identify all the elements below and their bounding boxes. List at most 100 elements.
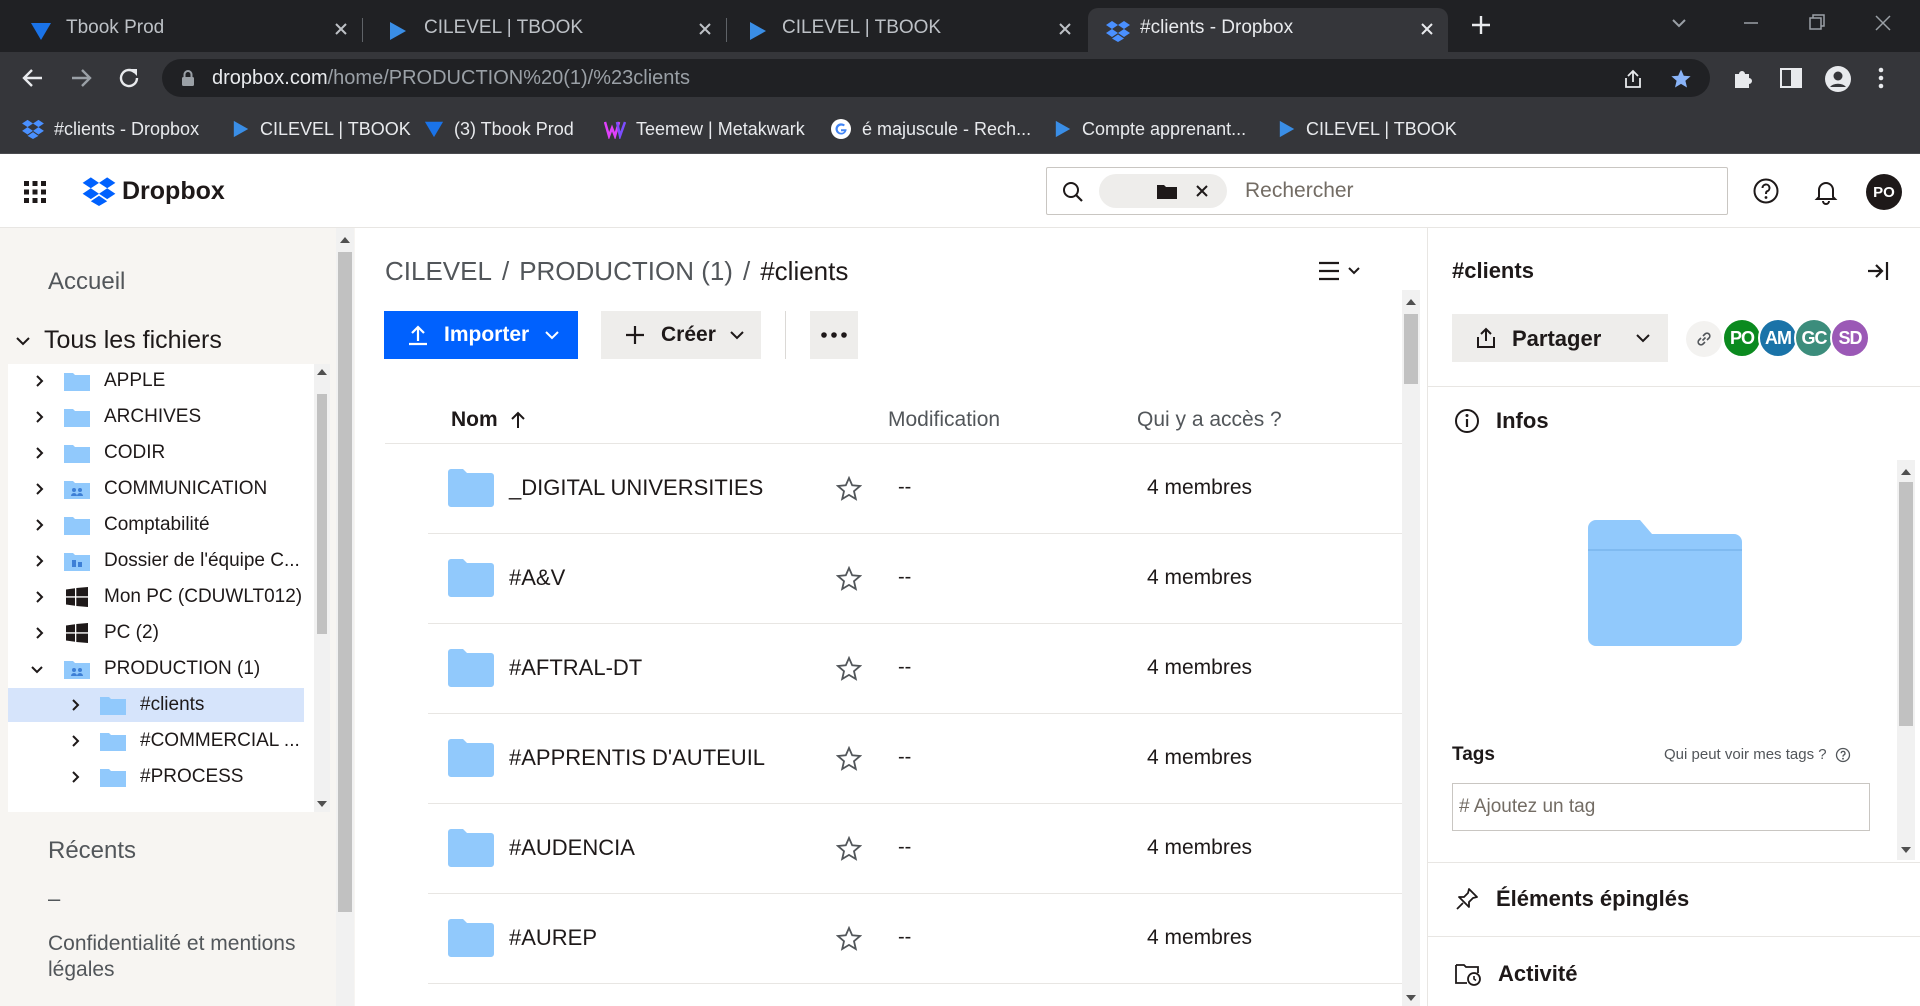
- member-avatar[interactable]: PO: [1722, 318, 1762, 358]
- browser-tab-active[interactable]: #clients - Dropbox: [1088, 8, 1448, 52]
- bookmark-item[interactable]: CILEVEL | TBOOK: [1278, 114, 1457, 144]
- nav-all-files[interactable]: Tous les fichiers: [14, 326, 222, 355]
- table-row[interactable]: #AUDENCIA -- 4 membres: [428, 804, 1402, 894]
- tree-item[interactable]: Mon PC (CDUWLT012): [8, 580, 304, 614]
- chevron-right-icon[interactable]: [32, 374, 46, 388]
- tree-item[interactable]: PRODUCTION (1): [8, 652, 304, 686]
- chevron-right-icon[interactable]: [68, 698, 82, 712]
- search-input[interactable]: [1245, 176, 1705, 206]
- tags-visibility-link[interactable]: Qui peut voir mes tags ?: [1664, 746, 1851, 763]
- tags-input-field[interactable]: [1452, 783, 1870, 831]
- tree-item[interactable]: ARCHIVES: [8, 400, 304, 434]
- member-avatar[interactable]: SD: [1830, 318, 1870, 358]
- access-value[interactable]: 4 membres: [1147, 476, 1252, 500]
- member-avatar[interactable]: AM: [1758, 318, 1798, 358]
- tree-item[interactable]: Dossier de l'équipe C...: [8, 544, 304, 578]
- search-scope-chip[interactable]: [1099, 174, 1227, 208]
- pinned-section-header[interactable]: Éléments épinglés: [1454, 886, 1689, 912]
- minimize-icon[interactable]: [1740, 12, 1762, 34]
- chevron-right-icon[interactable]: [32, 590, 46, 604]
- tree-scrollbar[interactable]: [314, 364, 330, 812]
- tree-item[interactable]: #COMMERCIAL ...: [8, 724, 304, 758]
- main-scrollbar[interactable]: [1402, 290, 1420, 1006]
- activity-section-header[interactable]: Activité: [1454, 961, 1577, 987]
- back-arrow-icon[interactable]: [20, 65, 46, 91]
- tree-scroll-thumb[interactable]: [317, 394, 327, 634]
- import-button[interactable]: Importer: [384, 311, 578, 359]
- side-panel-icon[interactable]: [1778, 65, 1804, 91]
- browser-tab[interactable]: Tbook Prod: [0, 8, 362, 52]
- tree-item[interactable]: COMMUNICATION: [8, 472, 304, 506]
- table-row[interactable]: _DIGITAL UNIVERSITIES -- 4 membres: [428, 444, 1402, 534]
- access-value[interactable]: 4 membres: [1147, 746, 1252, 770]
- chevron-right-icon[interactable]: [32, 410, 46, 424]
- search-bar[interactable]: [1046, 167, 1728, 215]
- tree-item[interactable]: CODIR: [8, 436, 304, 470]
- access-value[interactable]: 4 membres: [1147, 566, 1252, 590]
- reload-icon[interactable]: [116, 65, 142, 91]
- notifications-bell-icon[interactable]: [1812, 177, 1840, 205]
- scroll-up-icon[interactable]: [340, 236, 350, 244]
- column-modified-header[interactable]: Modification: [888, 408, 1000, 432]
- access-value[interactable]: 4 membres: [1147, 836, 1252, 860]
- clear-scope-icon[interactable]: [1194, 183, 1210, 199]
- search-icon[interactable]: [1061, 180, 1085, 204]
- bookmark-item[interactable]: é majuscule - Rech...: [830, 114, 1031, 144]
- star-icon[interactable]: [836, 746, 862, 772]
- more-actions-button[interactable]: [810, 311, 858, 359]
- restore-icon[interactable]: [1806, 12, 1828, 34]
- chevron-right-icon[interactable]: [32, 626, 46, 640]
- table-row[interactable]: #APPRENTIS D'AUTEUIL -- 4 membres: [428, 714, 1402, 804]
- file-name[interactable]: _DIGITAL UNIVERSITIES: [509, 475, 763, 501]
- url-text[interactable]: dropbox.com/home/PRODUCTION%20(1)/%23cli…: [212, 67, 690, 90]
- close-icon[interactable]: [1056, 20, 1074, 38]
- star-icon[interactable]: [836, 836, 862, 862]
- close-icon[interactable]: [696, 20, 714, 38]
- scroll-up-icon[interactable]: [1901, 468, 1911, 476]
- star-icon[interactable]: [836, 566, 862, 592]
- extensions-icon[interactable]: [1730, 65, 1756, 91]
- breadcrumb-item[interactable]: CILEVEL: [385, 256, 492, 286]
- app-grid-icon[interactable]: [24, 181, 46, 203]
- tab-search-icon[interactable]: [1668, 12, 1690, 34]
- forward-arrow-icon[interactable]: [68, 65, 94, 91]
- scroll-up-icon[interactable]: [1406, 298, 1416, 306]
- address-bar[interactable]: dropbox.com/home/PRODUCTION%20(1)/%23cli…: [162, 59, 1710, 97]
- file-name[interactable]: #AUREP: [509, 925, 597, 951]
- scroll-down-icon[interactable]: [1901, 846, 1911, 854]
- column-name-header[interactable]: Nom: [451, 408, 526, 432]
- chevron-right-icon[interactable]: [32, 554, 46, 568]
- scroll-down-icon[interactable]: [1406, 994, 1416, 1002]
- collapse-panel-icon[interactable]: [1865, 258, 1891, 284]
- help-icon[interactable]: [1752, 177, 1780, 205]
- bookmark-item[interactable]: (3) Tbook Prod: [424, 114, 574, 144]
- scroll-up-icon[interactable]: [317, 368, 327, 376]
- table-row[interactable]: #A&V -- 4 membres: [428, 534, 1402, 624]
- menu-kebab-icon[interactable]: [1876, 65, 1886, 91]
- star-icon[interactable]: [836, 656, 862, 682]
- info-section-header[interactable]: Infos: [1454, 408, 1549, 434]
- chevron-down-icon[interactable]: [1635, 331, 1651, 345]
- create-button[interactable]: Créer: [601, 311, 761, 359]
- bookmark-item[interactable]: #clients - Dropbox: [22, 114, 199, 144]
- access-value[interactable]: 4 membres: [1147, 656, 1252, 680]
- main-scroll-thumb[interactable]: [1404, 314, 1418, 384]
- breadcrumb-item[interactable]: PRODUCTION (1): [519, 256, 733, 286]
- file-name[interactable]: #AUDENCIA: [509, 835, 635, 861]
- close-icon[interactable]: [332, 20, 350, 38]
- column-access-header[interactable]: Qui y a accès ?: [1137, 408, 1282, 432]
- scroll-down-icon[interactable]: [317, 800, 327, 808]
- copy-link-button[interactable]: [1686, 321, 1722, 357]
- nav-recent[interactable]: Récents: [48, 837, 136, 865]
- chevron-down-icon[interactable]: [30, 662, 44, 676]
- chevron-down-icon[interactable]: [14, 332, 32, 350]
- bookmark-item[interactable]: CILEVEL | TBOOK: [232, 114, 411, 144]
- member-avatar[interactable]: GC: [1794, 318, 1834, 358]
- bookmark-item[interactable]: Teemew | Metakwark: [604, 114, 805, 144]
- chevron-right-icon[interactable]: [68, 734, 82, 748]
- view-options-icon[interactable]: [1317, 258, 1367, 284]
- table-row[interactable]: #AFTRAL-DT -- 4 membres: [428, 624, 1402, 714]
- share-button[interactable]: Partager: [1452, 314, 1668, 362]
- sidebar-scroll-thumb[interactable]: [338, 252, 352, 912]
- tree-item[interactable]: #PROCESS: [8, 760, 304, 794]
